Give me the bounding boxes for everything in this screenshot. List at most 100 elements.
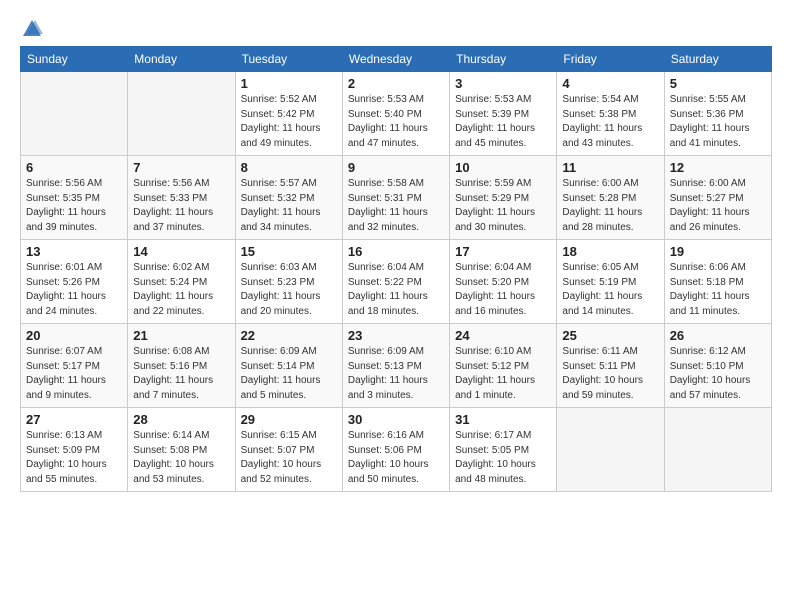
day-number: 6 [26,160,122,175]
day-info: Sunrise: 6:11 AM Sunset: 5:11 PM Dayligh… [562,345,658,403]
day-info: Sunrise: 5:53 AM Sunset: 5:39 PM Dayligh… [455,93,551,151]
calendar-cell: 31Sunrise: 6:17 AM Sunset: 5:05 PM Dayli… [450,408,557,492]
day-number: 25 [562,328,658,343]
weekday-wednesday: Wednesday [342,47,449,72]
day-number: 20 [26,328,122,343]
day-number: 26 [670,328,766,343]
calendar-cell [557,408,664,492]
calendar-week-row: 13Sunrise: 6:01 AM Sunset: 5:26 PM Dayli… [21,240,772,324]
calendar-cell: 28 Sunrise: 6:14 AM Sunset: 5:08 PM Dayli… [128,408,235,492]
calendar-cell: 15 Sunrise: 6:03 AM Sunset: 5:23 PM Dayli… [235,240,342,324]
day-info: Sunrise: 6:03 AM Sunset: 5:23 PM Dayligh… [241,261,337,319]
day-number: 3 [455,76,551,91]
day-info: Sunrise: 6:10 AM Sunset: 5:12 PM Dayligh… [455,345,551,403]
day-number: 19 [670,244,766,259]
day-info: Sunrise: 6:04 AM Sunset: 5:20 PM Dayligh… [455,261,551,319]
calendar-cell: 1 Sunrise: 5:52 AM Sunset: 5:42 PM Daylig… [235,72,342,156]
calendar-cell: 6 Sunrise: 5:56 AM Sunset: 5:35 PM Daylig… [21,156,128,240]
day-number: 8 [241,160,337,175]
calendar-cell: 5Sunrise: 5:55 AM Sunset: 5:36 PM Daylig… [664,72,771,156]
day-info: Sunrise: 5:52 AM Sunset: 5:42 PM Dayligh… [241,93,337,151]
calendar-week-row: 6 Sunrise: 5:56 AM Sunset: 5:35 PM Daylig… [21,156,772,240]
day-number: 4 [562,76,658,91]
day-info: Sunrise: 6:15 AM Sunset: 5:07 PM Dayligh… [241,429,337,487]
calendar-week-row: 20 Sunrise: 6:07 AM Sunset: 5:17 PM Dayli… [21,324,772,408]
calendar-cell: 8 Sunrise: 5:57 AM Sunset: 5:32 PM Daylig… [235,156,342,240]
day-number: 9 [348,160,444,175]
day-info: Sunrise: 5:55 AM Sunset: 5:36 PM Dayligh… [670,93,766,151]
day-number: 18 [562,244,658,259]
calendar-cell: 30 Sunrise: 6:16 AM Sunset: 5:06 PM Dayli… [342,408,449,492]
calendar-week-row: 27 Sunrise: 6:13 AM Sunset: 5:09 PM Dayli… [21,408,772,492]
day-number: 7 [133,160,229,175]
day-info: Sunrise: 6:13 AM Sunset: 5:09 PM Dayligh… [26,429,122,487]
calendar-cell: 20 Sunrise: 6:07 AM Sunset: 5:17 PM Dayli… [21,324,128,408]
calendar-cell: 14 Sunrise: 6:02 AM Sunset: 5:24 PM Dayli… [128,240,235,324]
calendar-cell: 11 Sunrise: 6:00 AM Sunset: 5:28 PM Dayli… [557,156,664,240]
day-info: Sunrise: 6:05 AM Sunset: 5:19 PM Dayligh… [562,261,658,319]
day-number: 23 [348,328,444,343]
day-info: Sunrise: 5:59 AM Sunset: 5:29 PM Dayligh… [455,177,551,235]
day-info: Sunrise: 6:00 AM Sunset: 5:27 PM Dayligh… [670,177,766,235]
day-info: Sunrise: 6:14 AM Sunset: 5:08 PM Dayligh… [133,429,229,487]
day-number: 28 [133,412,229,427]
day-number: 30 [348,412,444,427]
calendar-cell: 18 Sunrise: 6:05 AM Sunset: 5:19 PM Dayli… [557,240,664,324]
day-number: 1 [241,76,337,91]
day-info: Sunrise: 6:16 AM Sunset: 5:06 PM Dayligh… [348,429,444,487]
calendar-cell: 16Sunrise: 6:04 AM Sunset: 5:22 PM Dayli… [342,240,449,324]
calendar-cell: 25 Sunrise: 6:11 AM Sunset: 5:11 PM Dayli… [557,324,664,408]
calendar-cell: 10 Sunrise: 5:59 AM Sunset: 5:29 PM Dayli… [450,156,557,240]
calendar-cell: 22Sunrise: 6:09 AM Sunset: 5:14 PM Dayli… [235,324,342,408]
day-number: 21 [133,328,229,343]
weekday-sunday: Sunday [21,47,128,72]
page: SundayMondayTuesdayWednesdayThursdayFrid… [0,0,792,612]
weekday-friday: Friday [557,47,664,72]
calendar-cell: 17 Sunrise: 6:04 AM Sunset: 5:20 PM Dayli… [450,240,557,324]
day-info: Sunrise: 6:08 AM Sunset: 5:16 PM Dayligh… [133,345,229,403]
calendar-cell: 27 Sunrise: 6:13 AM Sunset: 5:09 PM Dayli… [21,408,128,492]
calendar-cell: 3 Sunrise: 5:53 AM Sunset: 5:39 PM Daylig… [450,72,557,156]
day-number: 27 [26,412,122,427]
day-number: 11 [562,160,658,175]
day-info: Sunrise: 5:56 AM Sunset: 5:33 PM Dayligh… [133,177,229,235]
weekday-header-row: SundayMondayTuesdayWednesdayThursdayFrid… [21,47,772,72]
weekday-monday: Monday [128,47,235,72]
calendar-cell: 21 Sunrise: 6:08 AM Sunset: 5:16 PM Dayli… [128,324,235,408]
logo [20,18,44,36]
day-number: 13 [26,244,122,259]
calendar-cell: 4 Sunrise: 5:54 AM Sunset: 5:38 PM Daylig… [557,72,664,156]
day-number: 29 [241,412,337,427]
day-info: Sunrise: 5:54 AM Sunset: 5:38 PM Dayligh… [562,93,658,151]
calendar-cell [664,408,771,492]
day-number: 10 [455,160,551,175]
calendar-cell: 7 Sunrise: 5:56 AM Sunset: 5:33 PM Daylig… [128,156,235,240]
day-number: 17 [455,244,551,259]
calendar-cell: 9Sunrise: 5:58 AM Sunset: 5:31 PM Daylig… [342,156,449,240]
day-number: 16 [348,244,444,259]
calendar-cell [128,72,235,156]
day-number: 15 [241,244,337,259]
calendar-cell [21,72,128,156]
day-info: Sunrise: 6:02 AM Sunset: 5:24 PM Dayligh… [133,261,229,319]
day-info: Sunrise: 5:53 AM Sunset: 5:40 PM Dayligh… [348,93,444,151]
weekday-saturday: Saturday [664,47,771,72]
weekday-thursday: Thursday [450,47,557,72]
day-info: Sunrise: 6:07 AM Sunset: 5:17 PM Dayligh… [26,345,122,403]
calendar-cell: 26Sunrise: 6:12 AM Sunset: 5:10 PM Dayli… [664,324,771,408]
day-number: 12 [670,160,766,175]
day-info: Sunrise: 5:57 AM Sunset: 5:32 PM Dayligh… [241,177,337,235]
weekday-tuesday: Tuesday [235,47,342,72]
day-info: Sunrise: 5:56 AM Sunset: 5:35 PM Dayligh… [26,177,122,235]
calendar-cell: 24 Sunrise: 6:10 AM Sunset: 5:12 PM Dayli… [450,324,557,408]
day-number: 14 [133,244,229,259]
day-number: 31 [455,412,551,427]
calendar: SundayMondayTuesdayWednesdayThursdayFrid… [20,46,772,492]
day-info: Sunrise: 6:06 AM Sunset: 5:18 PM Dayligh… [670,261,766,319]
day-number: 2 [348,76,444,91]
day-info: Sunrise: 6:00 AM Sunset: 5:28 PM Dayligh… [562,177,658,235]
header [20,18,772,36]
day-number: 24 [455,328,551,343]
calendar-cell: 2 Sunrise: 5:53 AM Sunset: 5:40 PM Daylig… [342,72,449,156]
calendar-cell: 23Sunrise: 6:09 AM Sunset: 5:13 PM Dayli… [342,324,449,408]
